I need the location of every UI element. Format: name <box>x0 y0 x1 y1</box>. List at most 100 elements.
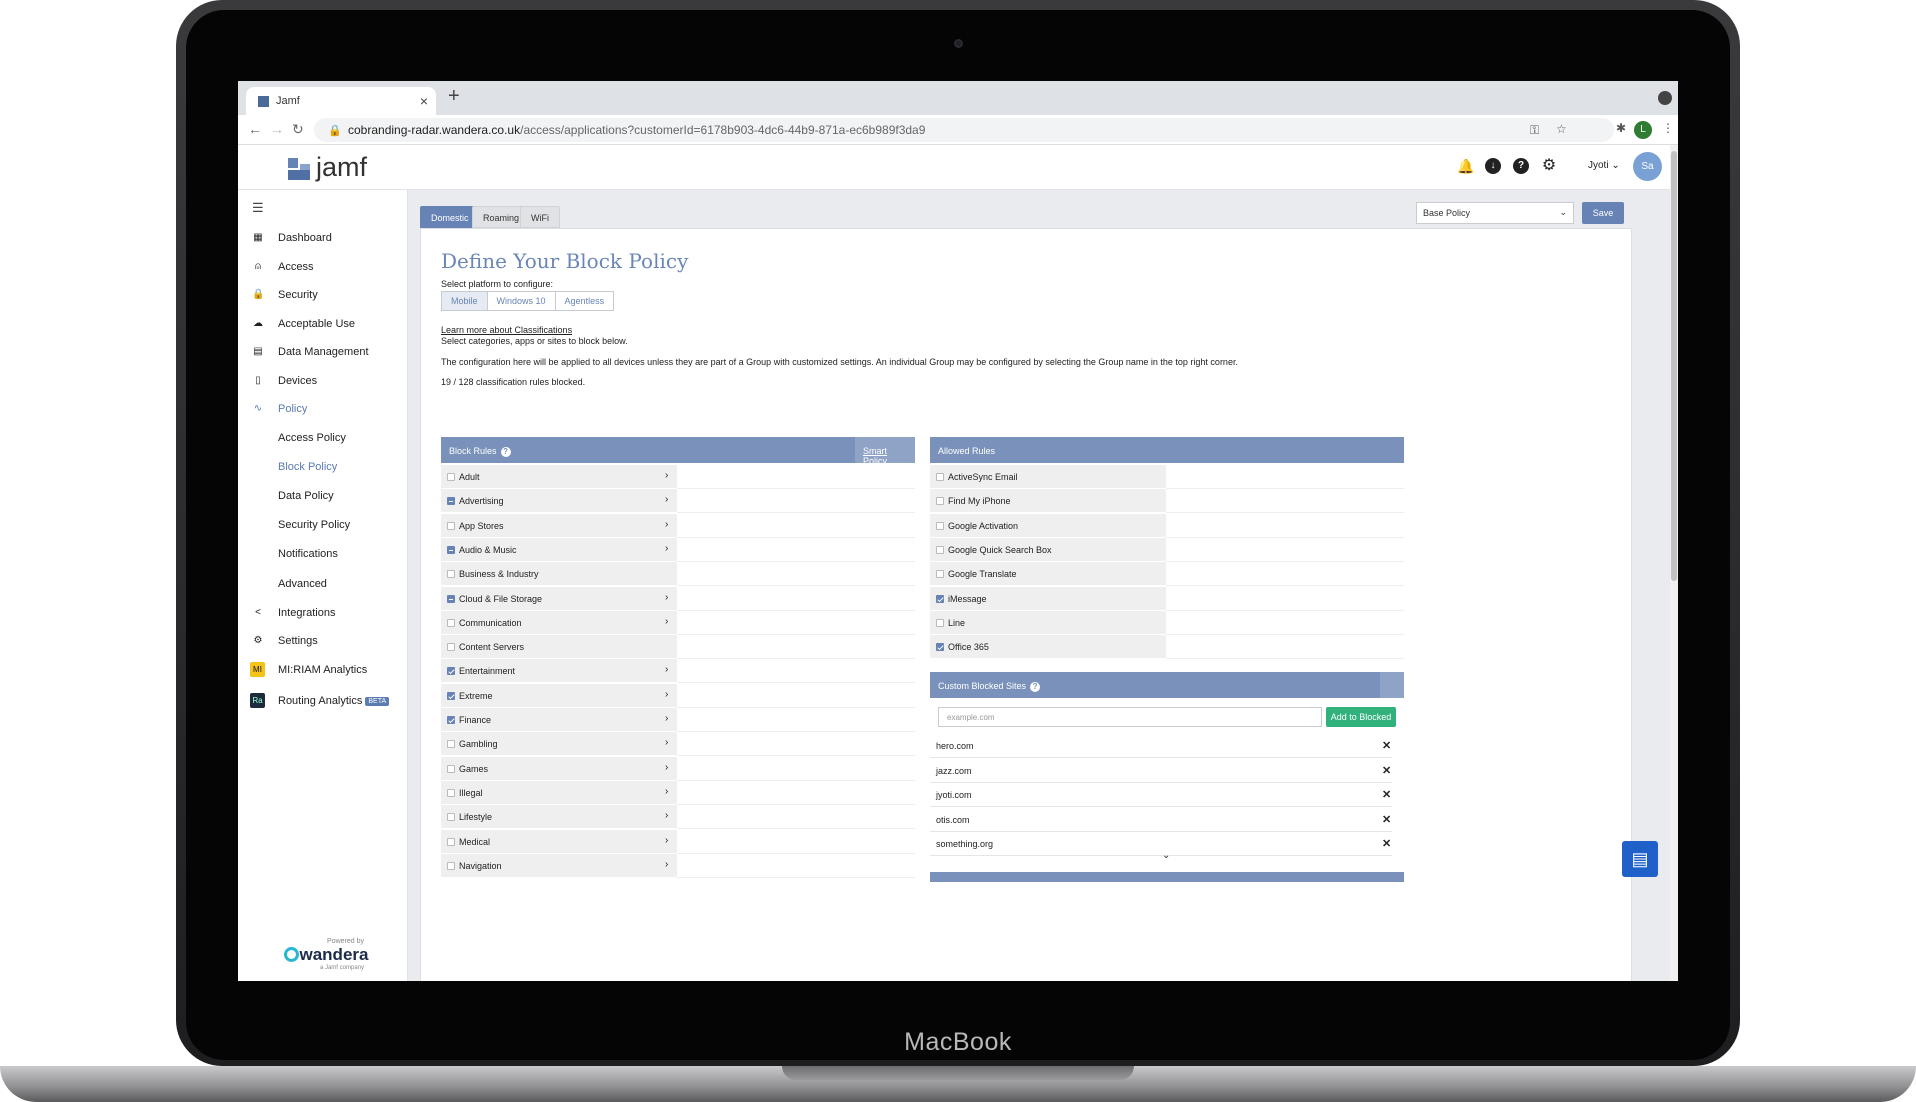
list-item[interactable]: Illegal › <box>441 780 915 805</box>
copy-icon[interactable] <box>1380 672 1404 698</box>
platform-agentless[interactable]: Agentless <box>556 292 614 310</box>
list-item[interactable]: Find My iPhone <box>930 489 1404 514</box>
sidebar-item-security[interactable]: 🔒 Security <box>238 283 408 309</box>
rule-checkbox[interactable] <box>447 618 455 627</box>
chevron-right-icon[interactable]: › <box>665 786 668 797</box>
rule-checkbox[interactable] <box>936 594 944 603</box>
chevron-right-icon[interactable]: › <box>665 713 668 724</box>
save-button[interactable]: Save <box>1582 202 1624 224</box>
new-tab-button[interactable]: + <box>448 85 460 108</box>
list-item[interactable]: Entertainment › <box>441 659 915 684</box>
user-avatar[interactable]: Sa <box>1633 152 1662 181</box>
rule-checkbox[interactable] <box>447 497 455 506</box>
policy-select[interactable]: Base Policy ⌄ <box>1416 202 1574 224</box>
tab-domestic[interactable]: Domestic <box>420 206 480 228</box>
list-item[interactable]: Gambling › <box>441 732 915 757</box>
add-to-blocked-button[interactable]: Add to Blocked <box>1326 707 1396 727</box>
rule-checkbox[interactable] <box>447 545 455 554</box>
chevron-right-icon[interactable]: › <box>665 519 668 530</box>
rule-checkbox[interactable] <box>936 545 944 554</box>
chevron-down-icon[interactable]: ⌄ <box>1162 850 1170 861</box>
chevron-right-icon[interactable]: › <box>665 737 668 748</box>
rule-checkbox[interactable] <box>447 837 455 846</box>
star-icon[interactable]: ☆ <box>1556 122 1567 136</box>
platform-mobile[interactable]: Mobile <box>442 292 488 310</box>
list-item[interactable]: Cloud & File Storage › <box>441 586 915 611</box>
list-item[interactable]: Office 365 <box>930 635 1404 660</box>
url-field[interactable]: 🔒 cobranding-radar.wandera.co.uk/access/… <box>314 118 1614 142</box>
hamburger-icon[interactable]: ☰ <box>252 200 264 216</box>
remove-icon[interactable]: ✕ <box>1382 813 1391 826</box>
chevron-right-icon[interactable]: › <box>665 592 668 603</box>
help-icon[interactable]: ? <box>500 447 511 457</box>
rule-checkbox[interactable] <box>447 788 455 797</box>
help-icon[interactable]: ? <box>1513 158 1529 174</box>
list-item[interactable]: ActiveSync Email <box>930 465 1404 489</box>
list-item[interactable]: Content Servers <box>441 635 915 660</box>
rule-checkbox[interactable] <box>447 813 455 822</box>
bell-icon[interactable]: 🔔 <box>1457 158 1474 174</box>
download-icon[interactable]: ↓ <box>1485 158 1501 174</box>
chrome-menu-icon[interactable] <box>1658 91 1672 105</box>
rule-checkbox[interactable] <box>936 497 944 506</box>
sidebar-item-access[interactable]: ⍝ Access <box>238 255 408 281</box>
sidebar-item-integrations[interactable]: < Integrations <box>238 601 408 627</box>
sidebar-item-miriam-analytics[interactable]: MI MI:RIAM Analytics <box>238 658 408 684</box>
profile-avatar[interactable]: L <box>1634 121 1652 139</box>
rule-checkbox[interactable] <box>447 521 455 530</box>
sidebar-item-advanced[interactable]: Advanced <box>238 572 408 598</box>
list-item[interactable]: Google Activation <box>930 513 1404 538</box>
list-item[interactable]: Business & Industry <box>441 562 915 587</box>
scrollbar[interactable] <box>1670 145 1678 981</box>
rule-checkbox[interactable] <box>936 473 944 481</box>
list-item[interactable]: Games › <box>441 756 915 781</box>
remove-icon[interactable]: ✕ <box>1382 837 1391 850</box>
rule-checkbox[interactable] <box>447 667 455 676</box>
forward-icon[interactable]: → <box>270 121 284 137</box>
rule-checkbox[interactable] <box>447 716 455 724</box>
platform-windows-10[interactable]: Windows 10 <box>488 292 556 310</box>
rule-checkbox[interactable] <box>936 643 944 652</box>
chevron-right-icon[interactable]: › <box>665 470 668 481</box>
list-item[interactable]: Audio & Music › <box>441 537 915 562</box>
chevron-right-icon[interactable]: › <box>665 664 668 675</box>
rule-checkbox[interactable] <box>447 691 455 700</box>
rule-checkbox[interactable] <box>447 861 455 870</box>
browser-tab[interactable]: Jamf × <box>246 87 436 115</box>
chevron-right-icon[interactable]: › <box>665 616 668 627</box>
reload-icon[interactable]: ↻ <box>292 121 304 138</box>
list-item[interactable]: iMessage <box>930 586 1404 611</box>
sidebar-item-acceptable-use[interactable]: ☁ Acceptable Use <box>238 312 408 338</box>
sidebar-item-security-policy[interactable]: Security Policy <box>238 513 408 539</box>
sidebar-item-devices[interactable]: ▯ Devices <box>238 369 408 395</box>
rule-checkbox[interactable] <box>447 473 455 481</box>
smart-policy-link[interactable]: Smart Policy <box>855 437 915 466</box>
jamf-logo[interactable]: jamf <box>288 152 367 183</box>
rule-checkbox[interactable] <box>447 594 455 603</box>
tab-wifi[interactable]: WiFi <box>520 206 560 228</box>
chevron-right-icon[interactable]: › <box>665 689 668 700</box>
rule-checkbox[interactable] <box>447 740 455 749</box>
sidebar-item-data-management[interactable]: ▤ Data Management <box>238 340 408 366</box>
rule-checkbox[interactable] <box>936 521 944 530</box>
sidebar-item-notifications[interactable]: Notifications <box>238 542 408 568</box>
sidebar-item-data-policy[interactable]: Data Policy <box>238 484 408 510</box>
list-item[interactable]: Finance › <box>441 708 915 732</box>
browser-menu-icon[interactable]: ⋮ <box>1662 121 1674 135</box>
remove-icon[interactable]: ✕ <box>1382 788 1391 801</box>
list-item[interactable]: Communication › <box>441 610 915 635</box>
list-item[interactable]: Lifestyle › <box>441 805 915 830</box>
gear-icon[interactable]: ⚙ <box>1541 158 1557 174</box>
user-menu[interactable]: Jyoti ⌄ <box>1588 160 1620 171</box>
list-item[interactable]: Adult › <box>441 465 915 489</box>
guide-book-button[interactable]: ▤ <box>1622 841 1658 877</box>
key-icon[interactable]: ⚿ <box>1530 123 1539 138</box>
list-item[interactable]: App Stores › <box>441 513 915 538</box>
rule-checkbox[interactable] <box>447 764 455 773</box>
learn-more-link[interactable]: Learn more about Classifications <box>441 325 572 335</box>
site-input[interactable]: example.com <box>938 707 1322 727</box>
chevron-right-icon[interactable]: › <box>665 835 668 846</box>
sidebar-item-settings[interactable]: ⚙ Settings <box>238 629 408 655</box>
rule-checkbox[interactable] <box>936 618 944 627</box>
sidebar-item-dashboard[interactable]: ▦ Dashboard <box>238 226 408 252</box>
